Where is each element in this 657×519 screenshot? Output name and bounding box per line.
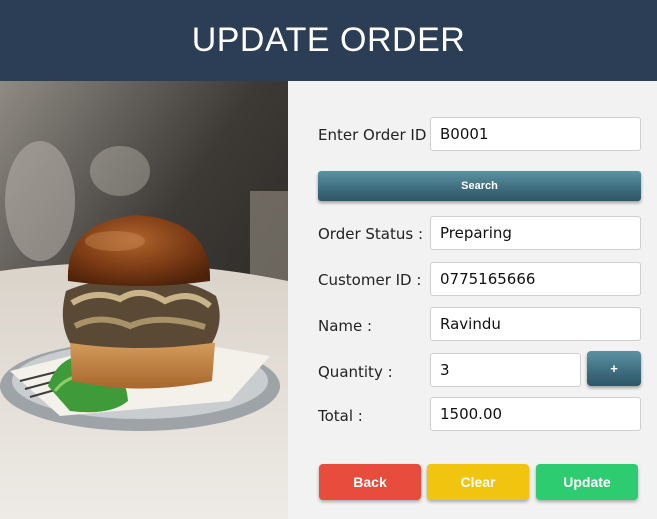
name-input[interactable]: Ravindu	[430, 307, 641, 341]
customer-id-label: Customer ID :	[318, 271, 422, 289]
total-input[interactable]: 1500.00	[430, 397, 641, 431]
quantity-input[interactable]: 3	[430, 353, 581, 387]
order-id-label: Enter Order ID :	[318, 126, 437, 144]
page-title: UPDATE ORDER	[191, 21, 466, 59]
header-bar: UPDATE ORDER	[0, 0, 657, 81]
search-button[interactable]: Search	[318, 171, 641, 201]
customer-id-input[interactable]: 0775165666	[430, 262, 641, 296]
order-form-panel: Enter Order ID : B0001 Search Order Stat…	[288, 81, 657, 519]
burger-photo	[0, 81, 288, 519]
quantity-plus-button[interactable]: +	[587, 351, 641, 386]
order-status-label: Order Status :	[318, 225, 424, 243]
update-button[interactable]: Update	[536, 464, 638, 500]
clear-button[interactable]: Clear	[427, 464, 529, 500]
order-id-input[interactable]: B0001	[430, 117, 641, 151]
name-label: Name :	[318, 317, 373, 335]
quantity-label: Quantity :	[318, 363, 393, 381]
back-button[interactable]: Back	[319, 464, 421, 500]
total-label: Total :	[318, 407, 363, 425]
order-status-input[interactable]: Preparing	[430, 216, 641, 250]
